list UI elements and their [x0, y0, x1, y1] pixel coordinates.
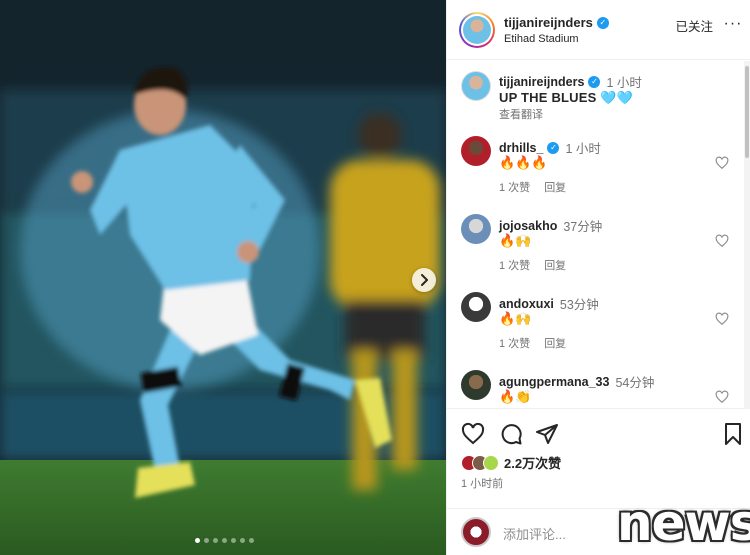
- comment-like-count[interactable]: 1 次赞: [499, 335, 530, 351]
- caption-header: tijjanireijnders ✓ 1 小时: [499, 72, 642, 91]
- comment-row: andoxuxi 53分钟 🔥🙌 1 次赞 回复: [447, 287, 743, 355]
- comment-text: 🔥🙌: [499, 311, 532, 326]
- avatar[interactable]: [461, 214, 491, 244]
- avatar[interactable]: [461, 292, 491, 322]
- current-user-avatar: [461, 517, 491, 547]
- post-photo: [0, 0, 446, 555]
- comment-like-count[interactable]: 1 次赞: [499, 257, 530, 273]
- comment-input[interactable]: 添加评论...: [503, 524, 566, 543]
- avatar[interactable]: [461, 136, 491, 166]
- following-button[interactable]: 已关注: [675, 16, 713, 35]
- comment-row: agungpermana_33 54分钟 🔥👏: [447, 365, 743, 408]
- news-watermark: news: [617, 494, 750, 552]
- comment-username[interactable]: agungpermana_33: [499, 375, 609, 389]
- heart-icon[interactable]: [715, 234, 729, 248]
- comment-text: 🔥👏: [499, 389, 532, 404]
- post-details-panel: tijjanireijnders ✓ Etihad Stadium 已关注 ··…: [446, 0, 750, 555]
- comment-time: 1 小时: [565, 142, 601, 156]
- heart-icon[interactable]: [715, 156, 729, 170]
- reply-button[interactable]: 回复: [544, 257, 566, 273]
- comment-text: 🔥🙌: [499, 233, 532, 248]
- carousel-dot: [249, 538, 254, 543]
- comment-like-count[interactable]: 1 次赞: [499, 179, 530, 195]
- share-icon[interactable]: [535, 422, 559, 446]
- heart-icon[interactable]: [715, 390, 729, 404]
- post-actions: [447, 420, 750, 450]
- post-media[interactable]: [0, 0, 446, 555]
- comment-username[interactable]: drhills_: [499, 141, 543, 155]
- comment-row: drhills_ ✓ 1 小时 🔥🔥🔥 1 次赞 回复: [447, 131, 743, 199]
- likes-count[interactable]: 2.2万次赞: [504, 453, 561, 472]
- comments-list[interactable]: tijjanireijnders ✓ 1 小时 UP THE BLUES 🩵🩵 …: [447, 61, 750, 409]
- carousel-dot: [195, 538, 200, 543]
- carousel-dot: [231, 538, 236, 543]
- comment-time: 54分钟: [615, 376, 655, 390]
- comment-text: 🔥🔥🔥: [499, 155, 548, 170]
- comment-row: jojosakho 37分钟 🔥🙌 1 次赞 回复: [447, 209, 743, 277]
- heart-icon[interactable]: [461, 422, 485, 446]
- more-options-icon[interactable]: ···: [723, 14, 743, 34]
- author-avatar[interactable]: [459, 12, 495, 48]
- comment-time: 53分钟: [559, 298, 599, 312]
- comment-time: 37分钟: [563, 220, 603, 234]
- author-username[interactable]: tijjanireijnders: [504, 15, 593, 30]
- carousel-dot: [213, 538, 218, 543]
- post-timestamp: 1 小时前: [461, 478, 504, 490]
- liker-avatar: [483, 454, 499, 471]
- avatar[interactable]: [461, 71, 491, 101]
- see-translation-link[interactable]: 查看翻译: [499, 106, 543, 122]
- author-name-link[interactable]: tijjanireijnders ✓: [504, 15, 609, 30]
- caption-text: UP THE BLUES 🩵🩵: [499, 90, 634, 105]
- reply-button[interactable]: 回复: [544, 179, 566, 195]
- post-header: tijjanireijnders ✓ Etihad Stadium 已关注 ··…: [447, 0, 750, 60]
- comment-username[interactable]: jojosakho: [499, 219, 557, 233]
- scrollbar-thumb[interactable]: [745, 66, 749, 158]
- heart-icon[interactable]: [715, 312, 729, 326]
- comment-icon[interactable]: [499, 422, 523, 446]
- next-photo-button[interactable]: [412, 268, 436, 292]
- likes-summary[interactable]: 2.2万次赞: [461, 453, 561, 472]
- avatar[interactable]: [461, 370, 491, 400]
- bookmark-icon[interactable]: [721, 422, 745, 446]
- carousel-indicator: [195, 538, 254, 543]
- location-link[interactable]: Etihad Stadium: [504, 33, 579, 45]
- verified-badge-icon: ✓: [547, 141, 560, 154]
- caption-username[interactable]: tijjanireijnders: [499, 75, 584, 89]
- verified-badge-icon: ✓: [588, 75, 601, 88]
- comment-username[interactable]: andoxuxi: [499, 297, 554, 311]
- carousel-dot: [222, 538, 227, 543]
- chevron-right-icon: [421, 274, 428, 286]
- carousel-dot: [240, 538, 245, 543]
- verified-badge-icon: ✓: [596, 16, 609, 29]
- caption-time: 1 小时: [606, 76, 642, 90]
- caption-row: tijjanireijnders ✓ 1 小时 UP THE BLUES 🩵🩵 …: [447, 69, 743, 129]
- reply-button[interactable]: 回复: [544, 335, 566, 351]
- carousel-dot: [204, 538, 209, 543]
